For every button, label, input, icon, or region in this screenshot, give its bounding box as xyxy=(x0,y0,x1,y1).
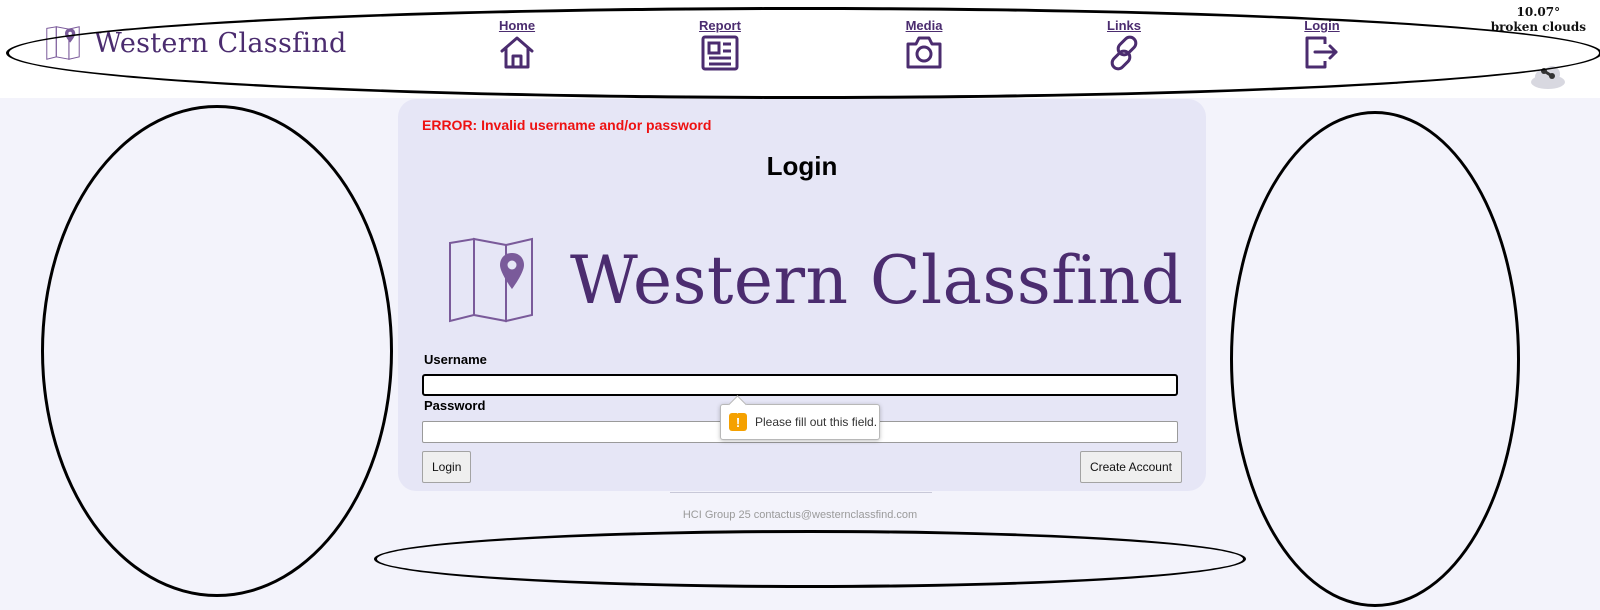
username-label: Username xyxy=(424,352,487,367)
footer-divider xyxy=(670,492,932,493)
annotation-ellipse-left xyxy=(41,105,393,597)
footer-text: HCI Group 25 contactus@westernclassfind.… xyxy=(682,509,918,521)
error-message: ERROR: Invalid username and/or password xyxy=(422,117,712,133)
login-button[interactable]: Login xyxy=(422,451,472,483)
map-pin-icon xyxy=(449,237,533,323)
annotation-ellipse-right xyxy=(1230,111,1520,607)
large-brand-logo: Western Classfind xyxy=(448,237,1184,323)
weather-temperature: 10.07° xyxy=(1516,5,1561,19)
create-account-button[interactable]: Create Account xyxy=(1079,451,1182,483)
annotation-ellipse-footer xyxy=(374,530,1246,588)
username-input[interactable] xyxy=(422,374,1178,396)
validation-tooltip: ! Please fill out this field. xyxy=(720,395,880,440)
page-title: Login xyxy=(766,151,838,181)
large-brand-name: Western Classfind xyxy=(570,241,1184,319)
annotation-ellipse-header xyxy=(6,7,1600,99)
password-label: Password xyxy=(424,398,486,413)
validation-message: Please fill out this field. xyxy=(755,415,878,429)
warning-icon: ! xyxy=(729,413,747,431)
